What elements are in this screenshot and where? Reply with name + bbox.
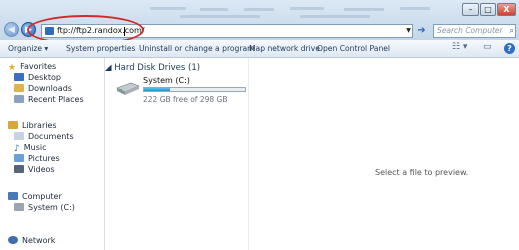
sidebar-item-network[interactable]: Network (8, 236, 55, 247)
documents-icon (14, 132, 24, 140)
help-icon[interactable]: ? (504, 43, 515, 54)
sidebar-item-label: Libraries (22, 121, 57, 130)
group-header-hard-disk-drives[interactable]: ◢ Hard Disk Drives (1) (105, 63, 200, 73)
blurred-title-fragment (300, 15, 370, 18)
search-icon[interactable]: ⌕ (510, 25, 514, 37)
hard-drive-icon (116, 82, 140, 95)
organize-button[interactable]: Organize ▾ (8, 44, 48, 53)
sidebar-item-label: Pictures (28, 154, 60, 163)
view-options-icon[interactable]: ☷ ▾ (452, 42, 467, 52)
search-placeholder: Search Computer (437, 26, 503, 35)
preview-pane-icon[interactable]: ▭ (483, 42, 492, 52)
drive-name: System (C:) (143, 76, 190, 85)
sidebar-item-label: Network (22, 236, 56, 245)
blurred-title-fragment (180, 15, 260, 18)
open-control-panel-button[interactable]: Open Control Panel (317, 44, 390, 53)
blurred-title-fragment (400, 7, 430, 10)
drive-usage-fill (144, 88, 170, 91)
sidebar-item-desktop[interactable]: Desktop (14, 73, 61, 84)
sidebar-item-documents[interactable]: Documents (14, 132, 74, 143)
sidebar-item-downloads[interactable]: Downloads (14, 84, 72, 95)
recent-places-icon (14, 95, 24, 103)
preview-message: Select a file to preview. (375, 168, 469, 177)
sidebar-item-recent-places[interactable]: Recent Places (14, 95, 84, 106)
maximize-button[interactable]: □ (480, 3, 496, 16)
sidebar-item-libraries[interactable]: Libraries (8, 121, 57, 132)
sidebar-item-label: Documents (28, 132, 74, 141)
map-network-drive-button[interactable]: Map network drive (249, 44, 320, 53)
sidebar-item-videos[interactable]: Videos (14, 165, 55, 176)
minimize-button[interactable]: – (462, 3, 479, 16)
navigation-pane: ★ Favorites Desktop Downloads Recent Plac… (0, 58, 105, 250)
drive-usage-bar (143, 87, 246, 92)
sidebar-item-label: Favorites (20, 62, 57, 71)
close-button[interactable]: X (497, 3, 516, 16)
sidebar-item-music[interactable]: ♪ Music (14, 143, 47, 154)
file-list: ◢ Hard Disk Drives (1) System (C:) 222 G… (105, 58, 247, 250)
search-input[interactable]: Search Computer ⌕ (433, 24, 516, 38)
sidebar-item-pictures[interactable]: Pictures (14, 154, 60, 165)
music-icon: ♪ (14, 144, 20, 154)
computer-icon (8, 192, 18, 200)
blurred-title-fragment (344, 8, 384, 11)
preview-pane: Select a file to preview. (248, 58, 519, 250)
sidebar-item-system-c[interactable]: System (C:) (14, 203, 75, 214)
go-arrow-icon[interactable]: ➔ (415, 24, 428, 38)
sidebar-item-favorites[interactable]: ★ Favorites (8, 62, 56, 73)
drive-free-space: 222 GB free of 298 GB (143, 95, 228, 104)
title-bar: – □ X ◀ ▶ ftp://ftp2.randox.com/ ▼ ➔ Sea… (0, 0, 519, 45)
group-header-label: Hard Disk Drives (1) (114, 63, 201, 73)
expand-triangle-icon[interactable]: ◢ (105, 63, 112, 73)
sidebar-item-label: System (C:) (28, 203, 75, 212)
sidebar-item-label: Videos (28, 165, 55, 174)
command-bar: Organize ▾ System properties Uninstall o… (0, 40, 519, 58)
downloads-icon (14, 84, 24, 92)
network-icon (8, 236, 18, 244)
blurred-title-fragment (200, 8, 228, 11)
back-button[interactable]: ◀ (4, 22, 19, 37)
address-history-dropdown[interactable]: ▼ (404, 24, 413, 38)
sidebar-item-label: Recent Places (28, 95, 84, 104)
star-icon: ★ (8, 63, 17, 73)
pictures-icon (14, 154, 24, 162)
sidebar-item-label: Music (23, 143, 47, 152)
blurred-title-fragment (290, 7, 324, 10)
sidebar-item-computer[interactable]: Computer (8, 192, 62, 203)
drive-icon (14, 203, 24, 211)
desktop-icon (14, 73, 24, 81)
blurred-title-fragment (244, 8, 274, 11)
sidebar-item-label: Computer (22, 192, 62, 201)
uninstall-program-button[interactable]: Uninstall or change a program (139, 44, 255, 53)
blurred-title-fragment (150, 7, 186, 10)
sidebar-item-label: Downloads (28, 84, 72, 93)
videos-icon (14, 165, 24, 173)
libraries-icon (8, 121, 18, 129)
system-properties-button[interactable]: System properties (66, 44, 135, 53)
sidebar-item-label: Desktop (28, 73, 61, 82)
